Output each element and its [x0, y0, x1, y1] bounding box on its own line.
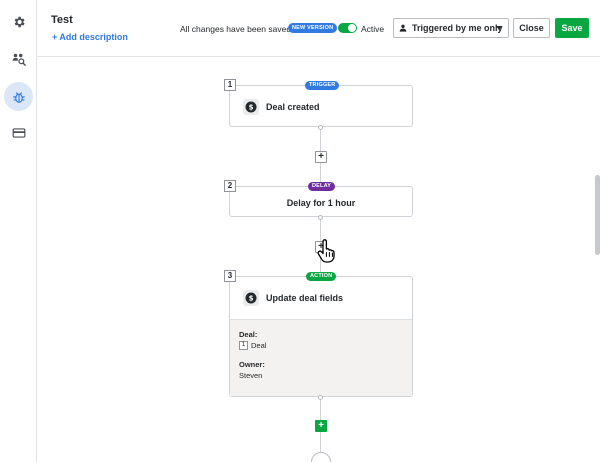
save-status: All changes have been saved	[180, 24, 292, 34]
automation-title[interactable]: Test	[51, 14, 73, 26]
add-step-button[interactable]: +	[315, 420, 327, 432]
active-toggle[interactable]	[338, 23, 357, 33]
connector-dot	[318, 215, 323, 220]
dollar-icon: $	[245, 101, 257, 113]
field-value-text: Deal	[251, 341, 267, 350]
step-reference: 1	[239, 341, 248, 350]
dollar-icon: $	[245, 292, 257, 304]
step-number: 1	[224, 79, 236, 91]
step-title: Delay for 1 hour	[286, 198, 356, 208]
step-details: Deal: 1 Deal Owner: Steven	[230, 319, 412, 396]
svg-text:$: $	[249, 104, 254, 112]
field-value-deal: 1 Deal	[239, 341, 266, 350]
bug-icon	[12, 91, 25, 103]
end-node	[311, 452, 331, 462]
save-button[interactable]: Save	[555, 18, 589, 38]
step-title: Deal created	[266, 102, 320, 112]
card-icon	[12, 127, 25, 138]
gear-icon	[14, 16, 25, 27]
step-title: Update deal fields	[266, 293, 344, 303]
step-icon: $	[243, 99, 259, 115]
step-card-trigger[interactable]: $ Deal created	[229, 85, 413, 127]
add-description-link[interactable]: + Add description	[52, 32, 128, 42]
trigger-filter-dropdown[interactable]: Triggered by me only	[393, 18, 509, 38]
connector-line	[320, 127, 321, 151]
editor-header: Test + Add description All changes have …	[37, 0, 600, 57]
field-label-owner: Owner:	[239, 360, 265, 369]
active-toggle-label: Active	[361, 24, 385, 34]
trigger-filter-value: Triggered by me only	[412, 23, 503, 33]
settings-button[interactable]	[4, 7, 33, 36]
step-number: 2	[224, 180, 236, 192]
caret-down-icon	[496, 26, 502, 30]
connector-line	[320, 397, 321, 420]
step-card-action[interactable]: $ Update deal fields Deal: 1 Deal Owner:…	[229, 276, 413, 397]
delay-tag: DELAY	[308, 182, 336, 191]
field-value-owner: Steven	[239, 371, 263, 380]
person-icon	[399, 24, 407, 32]
sidebar	[0, 0, 37, 462]
new-version-badge: NEW VERSION	[288, 23, 338, 33]
close-button[interactable]: Close	[513, 18, 550, 38]
svg-text:$: $	[249, 295, 254, 303]
add-step-button[interactable]: +	[315, 151, 327, 163]
connector-dot	[318, 125, 323, 130]
connector-line	[320, 217, 321, 241]
action-tag: ACTION	[306, 272, 337, 281]
people-search-icon	[12, 53, 26, 66]
step-number: 3	[224, 270, 236, 282]
contacts-search-button[interactable]	[4, 44, 33, 73]
field-label-deal: Deal:	[239, 330, 258, 339]
connector-line	[320, 432, 321, 454]
hand-cursor-icon	[317, 239, 335, 263]
step-icon: $	[243, 290, 259, 306]
billing-button[interactable]	[4, 118, 33, 147]
canvas-scrollbar[interactable]	[595, 175, 600, 255]
automations-button[interactable]	[4, 82, 33, 111]
trigger-tag: TRIGGER	[305, 81, 340, 90]
connector-dot	[318, 395, 323, 400]
